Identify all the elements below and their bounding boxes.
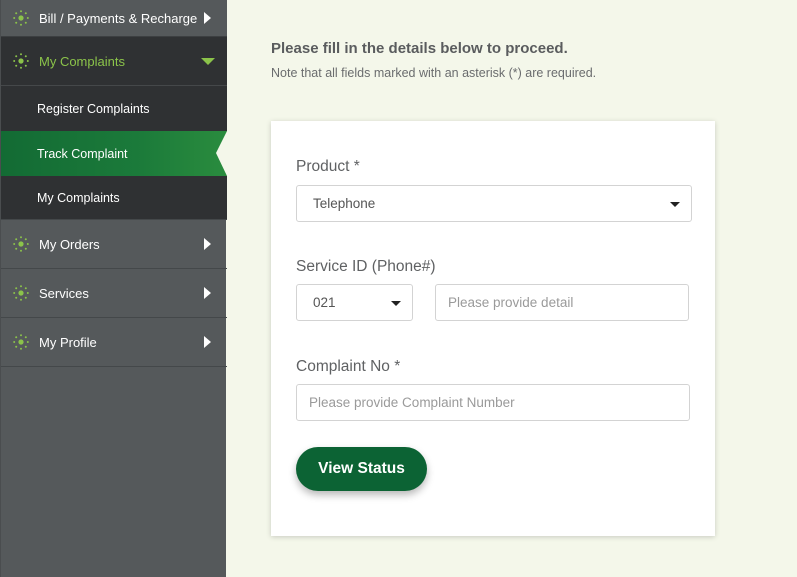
- sidebar-subitem-my-complaints[interactable]: My Complaints: [1, 176, 227, 220]
- chevron-down-icon: [201, 58, 215, 65]
- sidebar-subitem-label: Register Complaints: [37, 101, 150, 116]
- area-code-value: 021: [313, 295, 336, 310]
- sidebar-item-my-profile[interactable]: My Profile: [1, 318, 227, 367]
- required-note: Note that all fields marked with an aste…: [271, 66, 597, 80]
- sidebar-subitem-track-complaint[interactable]: Track Complaint: [1, 131, 227, 176]
- active-indicator: [216, 131, 227, 176]
- dotted-circle-icon: [12, 284, 30, 302]
- dotted-circle-icon: [12, 52, 30, 70]
- complaint-number-placeholder: Please provide Complaint Number: [309, 395, 515, 410]
- dotted-circle-icon: [12, 9, 30, 27]
- product-label: Product *: [296, 158, 360, 175]
- sidebar-subitem-label: My Complaints: [37, 190, 120, 205]
- page-title: Please fill in the details below to proc…: [271, 40, 568, 57]
- phone-number-input[interactable]: Please provide detail: [435, 284, 689, 321]
- complaint-no-label: Complaint No *: [296, 358, 401, 375]
- complaint-number-input[interactable]: Please provide Complaint Number: [296, 384, 690, 421]
- sidebar-item-services[interactable]: Services: [1, 269, 227, 318]
- view-status-button[interactable]: View Status: [296, 447, 427, 491]
- area-code-select[interactable]: 021: [296, 284, 413, 321]
- chevron-right-icon: [204, 287, 211, 299]
- dotted-circle-icon: [12, 333, 30, 351]
- sidebar-item-label: My Complaints: [39, 53, 125, 69]
- sidebar-subitem-label: Track Complaint: [37, 146, 128, 161]
- product-select-value: Telephone: [313, 196, 376, 211]
- chevron-right-icon: [204, 12, 211, 24]
- dropdown-arrow-icon: [670, 201, 680, 207]
- sidebar-item-label: My Profile: [39, 334, 97, 350]
- dotted-circle-icon: [12, 235, 30, 253]
- sidebar-item-label: Bill / Payments & Recharge: [39, 10, 198, 26]
- chevron-right-icon: [204, 336, 211, 348]
- sidebar-subitem-register-complaints[interactable]: Register Complaints: [1, 86, 227, 131]
- sidebar-item-bill-payments[interactable]: Bill / Payments & Recharge: [1, 0, 227, 37]
- product-select[interactable]: Telephone: [296, 185, 692, 222]
- sidebar-item-label: My Orders: [39, 236, 100, 252]
- sidebar: Bill / Payments & Recharge My Complaints…: [0, 0, 227, 577]
- service-id-label: Service ID (Phone#): [296, 258, 436, 275]
- sidebar-item-my-orders[interactable]: My Orders: [1, 220, 227, 269]
- phone-number-placeholder: Please provide detail: [448, 295, 574, 310]
- chevron-right-icon: [204, 238, 211, 250]
- track-complaint-form: Product * Telephone Service ID (Phone#) …: [271, 121, 715, 536]
- sidebar-item-label: Services: [39, 285, 89, 301]
- dropdown-arrow-icon: [391, 300, 401, 306]
- sidebar-item-my-complaints[interactable]: My Complaints: [1, 37, 227, 86]
